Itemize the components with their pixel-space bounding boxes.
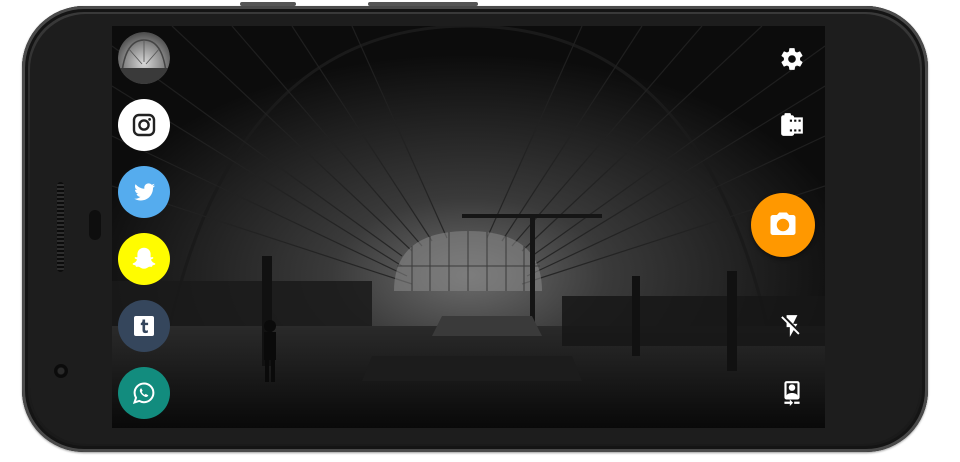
camera-icon bbox=[770, 212, 796, 235]
snapchat-button[interactable] bbox=[118, 233, 170, 285]
volume-button bbox=[240, 2, 296, 6]
speaker-grille bbox=[57, 182, 64, 272]
snapchat-icon bbox=[118, 233, 170, 285]
switch-camera-button[interactable] bbox=[772, 373, 812, 413]
viewfinder-preview-image bbox=[112, 26, 825, 428]
front-camera-lens bbox=[54, 364, 68, 378]
tumblr-icon bbox=[118, 300, 170, 352]
film-roll-icon bbox=[781, 113, 803, 136]
whatsapp-icon bbox=[118, 367, 170, 419]
instagram-icon bbox=[118, 99, 170, 151]
shutter-button[interactable] bbox=[751, 193, 815, 257]
flash-off-icon bbox=[781, 315, 800, 337]
instagram-button[interactable] bbox=[118, 99, 170, 151]
proximity-sensor bbox=[89, 210, 101, 240]
switch-camera-icon bbox=[784, 381, 800, 406]
settings-button[interactable] bbox=[772, 39, 812, 79]
gallery-thumbnail[interactable] bbox=[118, 32, 170, 84]
whatsapp-button[interactable] bbox=[118, 367, 170, 419]
twitter-icon bbox=[118, 166, 170, 218]
camera-viewfinder[interactable] bbox=[112, 26, 825, 428]
video-mode-button[interactable] bbox=[772, 105, 812, 145]
gear-icon bbox=[781, 48, 803, 70]
twitter-button[interactable] bbox=[118, 166, 170, 218]
photo-thumbnail bbox=[118, 32, 170, 84]
tumblr-button[interactable] bbox=[118, 300, 170, 352]
power-button bbox=[368, 2, 478, 6]
flash-button[interactable] bbox=[772, 306, 812, 346]
